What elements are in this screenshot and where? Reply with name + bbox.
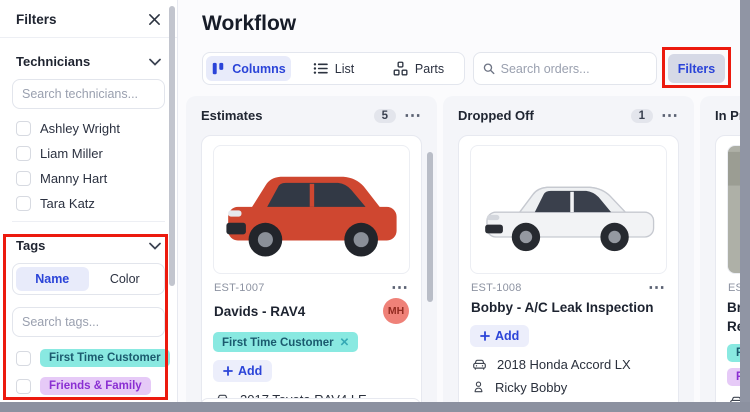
horizontal-scrollbar[interactable]	[0, 402, 750, 412]
parts-icon	[393, 61, 408, 76]
technician-name: Liam Miller	[40, 146, 103, 161]
checkbox[interactable]	[16, 196, 31, 211]
checkbox[interactable]	[16, 350, 31, 366]
technicians-section: Technicians Ashley Wright Liam Miller Ma…	[0, 38, 177, 222]
card-more-icon[interactable]: ⋯	[648, 279, 666, 296]
technician-option[interactable]: Manny Hart	[16, 171, 161, 186]
tab-columns-label: Columns	[232, 61, 286, 76]
order-title: Bobby - A/C Leak Inspection	[471, 300, 654, 315]
plus-icon	[223, 366, 233, 376]
column-more-icon[interactable]: ⋯	[404, 107, 422, 124]
order-search-field	[473, 52, 657, 85]
person-icon	[474, 381, 483, 393]
technician-name: Tara Katz	[40, 196, 95, 211]
vehicle-name: 2018 Honda Accord LX	[497, 357, 631, 372]
tag-mode-switch: Name Color	[12, 263, 165, 295]
column-name: Dropped Off	[458, 108, 534, 123]
vertical-scrollbar[interactable]	[740, 0, 750, 402]
tags-label: Tags	[16, 238, 46, 253]
filters-button[interactable]: Filters	[668, 54, 725, 83]
tag-option[interactable]: First Time Customer	[16, 349, 170, 367]
technician-name: Manny Hart	[40, 171, 108, 186]
checkbox[interactable]	[16, 146, 31, 161]
add-label: Add	[238, 364, 263, 378]
vehicle-photo-white-sedan	[470, 145, 667, 274]
column-more-icon[interactable]: ⋯	[661, 107, 679, 124]
column-count-badge: 1	[630, 108, 653, 123]
list-icon	[313, 63, 328, 74]
checkbox[interactable]	[16, 171, 31, 186]
tag-pill: Friends & Family	[40, 377, 151, 395]
order-title: Davids - RAV4	[214, 303, 306, 319]
chevron-down-icon[interactable]	[149, 58, 161, 66]
add-tag-button[interactable]: Add	[213, 360, 273, 382]
search-icon	[483, 63, 495, 75]
view-switcher: Columns List Parts	[202, 52, 465, 85]
checkbox[interactable]	[16, 378, 31, 394]
car-icon	[473, 359, 486, 370]
tag-option[interactable]: Friends & Family	[16, 377, 161, 395]
customer-name: Ricky Bobby	[495, 379, 568, 395]
technicians-label: Technicians	[16, 54, 91, 69]
tag-search-field	[12, 307, 165, 337]
white-sedan-image	[471, 151, 666, 268]
technician-search-field	[12, 79, 165, 109]
tag-mode-name-tab[interactable]: Name	[16, 267, 89, 291]
assignee-avatar[interactable]: MH	[383, 298, 409, 324]
technician-option[interactable]: Ashley Wright	[16, 121, 161, 136]
column-count-badge: 5	[373, 108, 396, 123]
tag-pill: First Time Customer	[40, 349, 170, 367]
order-card[interactable]: EST-1007 ⋯ Davids - RAV4 MH First Time C…	[201, 135, 422, 412]
add-label: Add	[495, 329, 520, 343]
columns-icon	[213, 62, 224, 75]
order-search-input[interactable]	[500, 61, 647, 76]
tags-section: Tags Name Color First Time Customer Frie…	[0, 222, 177, 395]
technician-option[interactable]: Tara Katz	[16, 196, 161, 211]
plus-icon	[480, 331, 490, 341]
technician-name: Ashley Wright	[40, 121, 120, 136]
order-id: EST-1008	[471, 282, 522, 294]
column-estimates: Estimates 5 ⋯ EST-1007 ⋯ Davids - RAV4 M…	[186, 96, 437, 412]
tag-mode-color-tab[interactable]: Color	[89, 267, 162, 291]
sidebar-title: Filters	[16, 12, 57, 27]
remove-tag-icon[interactable]: ✕	[340, 337, 350, 349]
tag-pill: First Time Customer ✕	[213, 332, 359, 352]
tag-search-input[interactable]	[22, 315, 155, 329]
technician-search-input[interactable]	[22, 87, 155, 101]
column-name: Estimates	[201, 108, 263, 123]
close-icon[interactable]	[148, 13, 161, 26]
column-scrollbar[interactable]	[427, 152, 433, 302]
vehicle-photo-red-suv	[213, 145, 410, 274]
view-toolbar: Columns List Parts	[202, 52, 465, 85]
sidebar-scrollbar[interactable]	[169, 6, 175, 286]
tab-parts[interactable]: Parts	[376, 56, 461, 81]
checkbox[interactable]	[16, 121, 31, 136]
red-suv-image	[214, 151, 409, 268]
tab-columns[interactable]: Columns	[206, 56, 291, 81]
column-dropped-off: Dropped Off 1 ⋯ EST-1008 ⋯ Bobby - A/C L…	[443, 96, 694, 412]
order-id: EST-1007	[214, 282, 265, 294]
tab-list-label: List	[334, 61, 355, 76]
add-tag-button[interactable]: Add	[470, 325, 530, 347]
chevron-down-icon[interactable]	[149, 242, 161, 250]
technician-option[interactable]: Liam Miller	[16, 146, 161, 161]
tag-label: First Time Customer	[222, 337, 334, 349]
tab-list[interactable]: List	[291, 56, 376, 81]
page-title: Workflow	[202, 12, 297, 35]
card-more-icon[interactable]: ⋯	[391, 279, 409, 296]
filters-sidebar: Filters Technicians Ashley Wright Liam M…	[0, 0, 178, 402]
order-card[interactable]: EST-1008 ⋯ Bobby - A/C Leak Inspection A…	[458, 135, 679, 412]
tab-parts-label: Parts	[414, 61, 445, 76]
kanban-board: Estimates 5 ⋯ EST-1007 ⋯ Davids - RAV4 M…	[186, 96, 750, 412]
